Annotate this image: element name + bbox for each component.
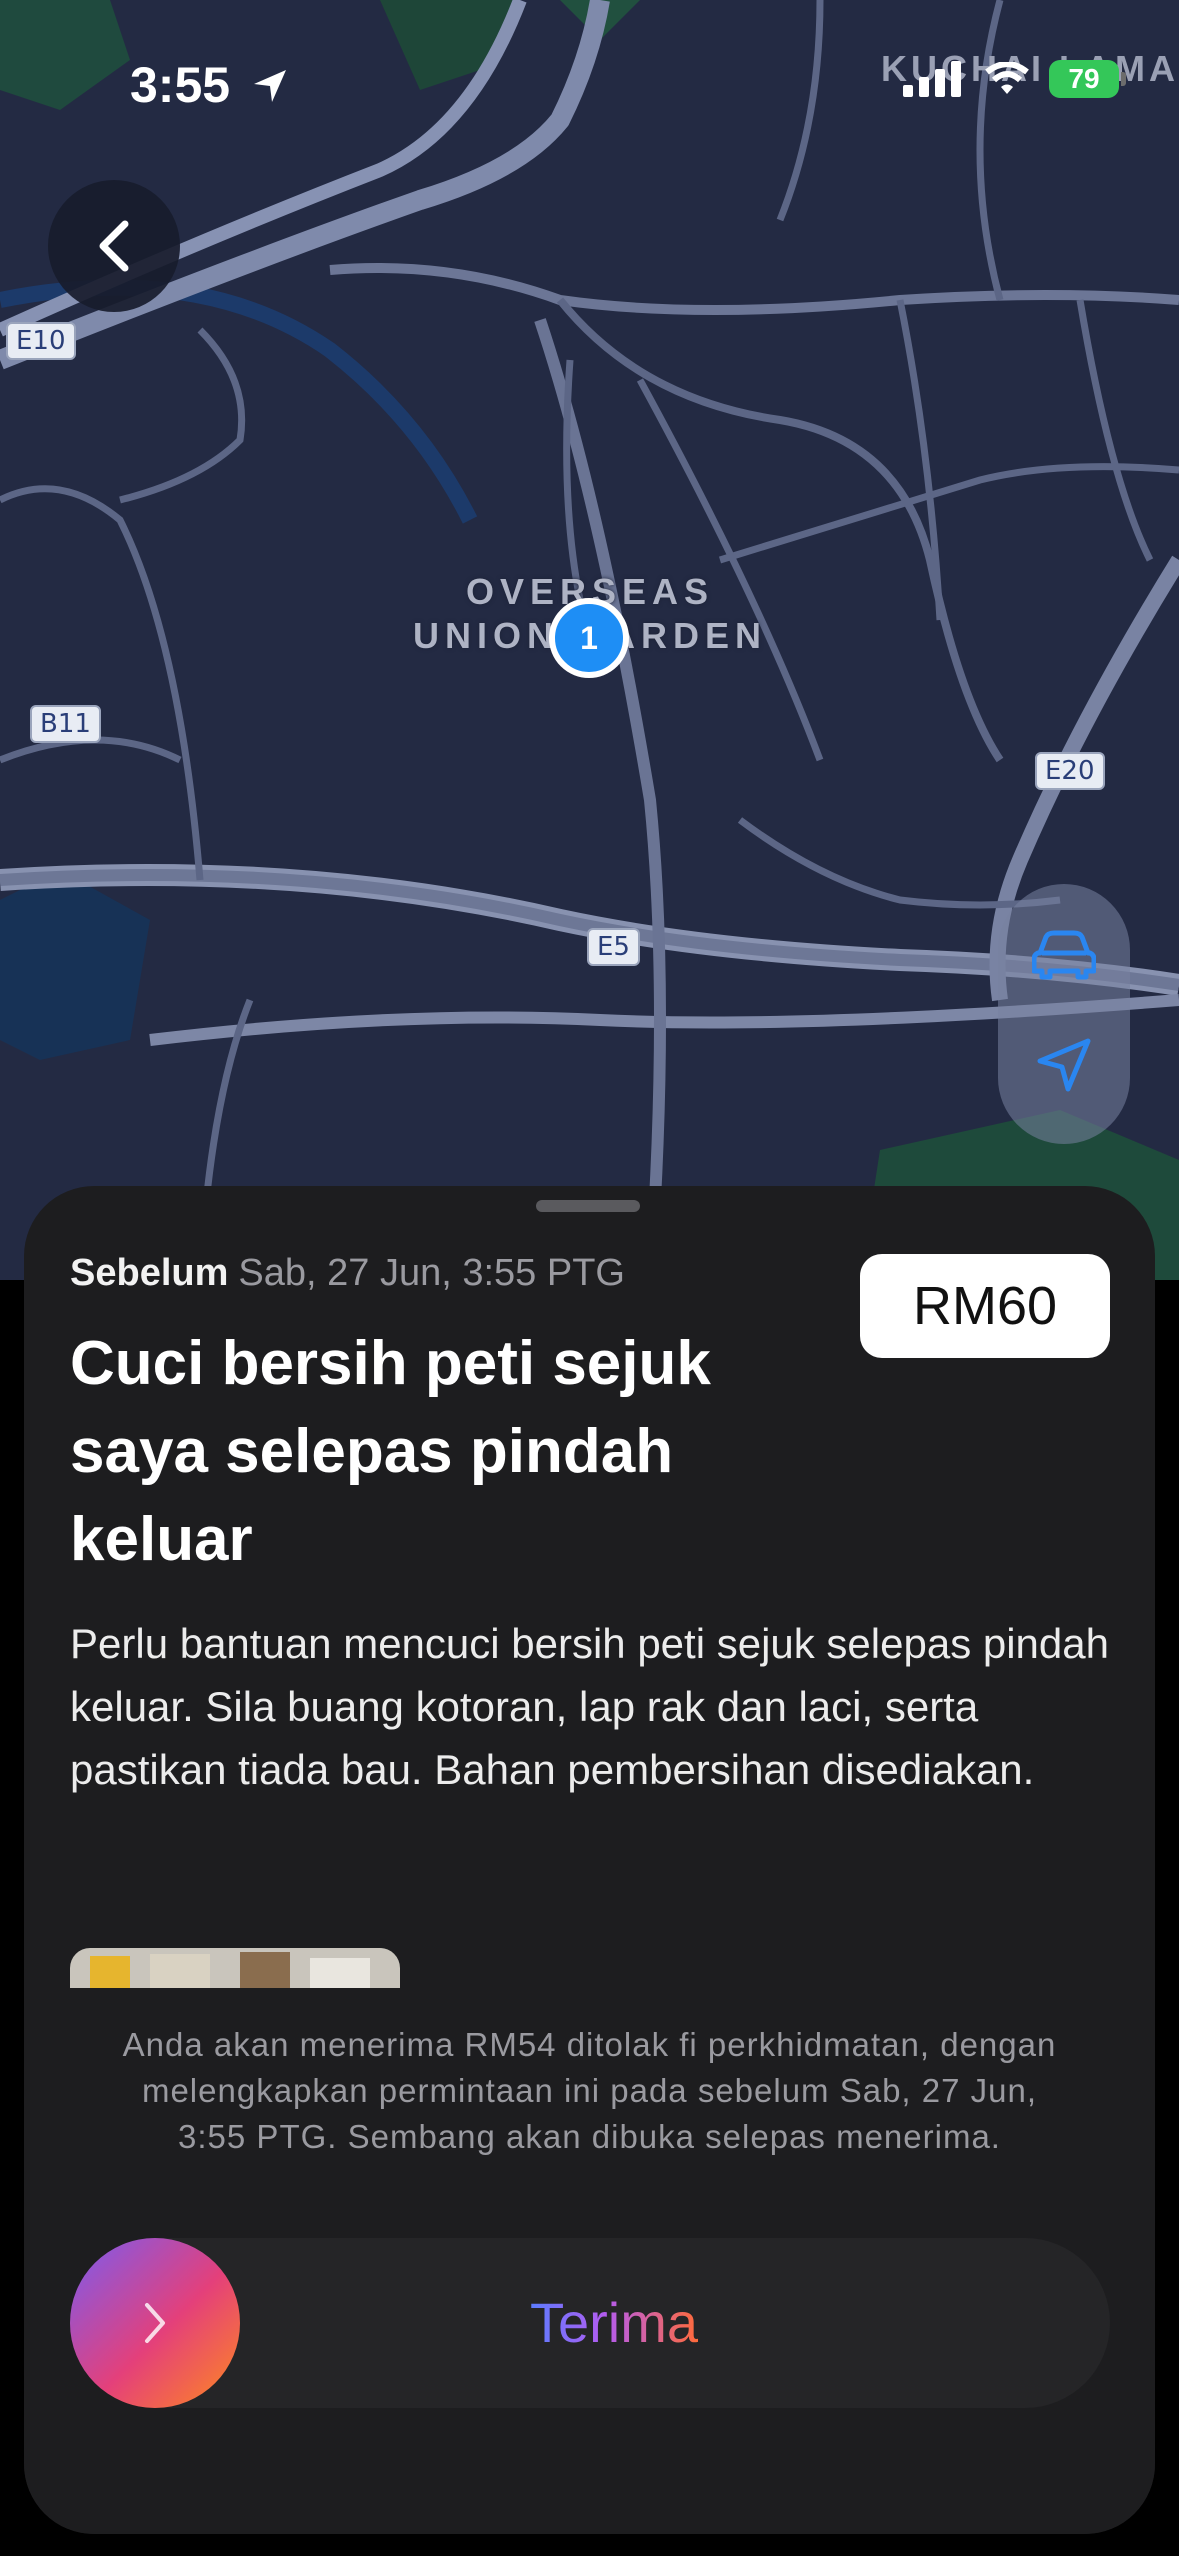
deadline: Sebelum Sab, 27 Jun, 3:55 PTG (70, 1252, 625, 1295)
map-controls (998, 884, 1130, 1144)
chevron-left-icon (99, 220, 129, 272)
battery-indicator: 79 (1049, 60, 1126, 98)
road-shield-b11: B11 (30, 705, 101, 743)
deadline-label: Sebelum (70, 1252, 229, 1294)
wifi-icon (985, 62, 1029, 94)
earnings-note: Anda akan menerima RM54 ditolak fi perkh… (122, 2026, 1057, 2155)
sheet-grabber[interactable] (536, 1200, 640, 1212)
slide-to-accept[interactable]: Terima (70, 2238, 1110, 2408)
task-photo-thumbnail[interactable] (70, 1948, 400, 1988)
task-title: Cuci bersih peti sejuk saya selepas pind… (70, 1329, 711, 1574)
back-button[interactable] (48, 180, 180, 312)
road-shield-e10: E10 (6, 322, 76, 360)
chevron-right-icon (145, 2303, 165, 2343)
slider-knob[interactable] (70, 2238, 240, 2408)
recenter-button[interactable] (1034, 1035, 1094, 1100)
cellular-signal-icon (903, 61, 961, 97)
task-detail-sheet: Sebelum Sab, 27 Jun, 3:55 PTG RM60 Cuci b… (24, 1186, 1155, 2534)
price-badge: RM60 (860, 1254, 1110, 1358)
road-shield-e20: E20 (1035, 752, 1105, 790)
location-arrow-icon (1037, 1038, 1091, 1091)
task-description: Perlu bantuan mencuci bersih peti sejuk … (70, 1620, 1109, 1793)
status-time: 3:55 (130, 57, 231, 113)
driving-mode-button[interactable] (1031, 929, 1097, 986)
accept-label: Terima (530, 2291, 699, 2354)
road-shield-e5: E5 (587, 928, 640, 966)
location-services-icon (254, 70, 286, 102)
accept-footer: Anda akan menerima RM54 ditolak fi perkh… (24, 1988, 1155, 2534)
task-location-pin[interactable]: 1 (549, 598, 629, 678)
screen: OVERSEAS UNION GARDEN E10 B11 E20 E5 1 K… (0, 0, 1179, 2556)
deadline-value: Sab, 27 Jun, 3:55 PTG (238, 1252, 625, 1294)
car-icon (1031, 930, 1097, 979)
status-icons: 79 (903, 60, 1126, 98)
